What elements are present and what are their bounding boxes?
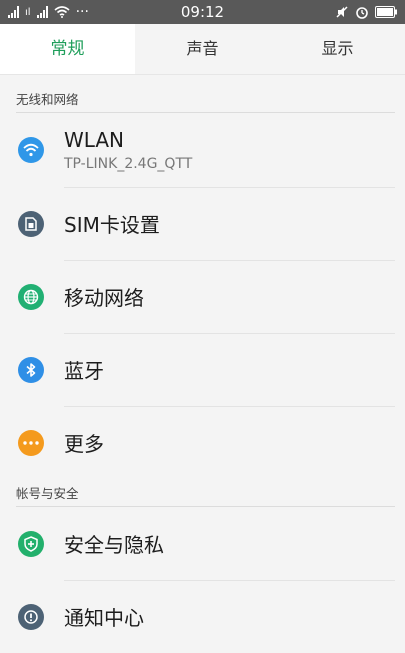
tab-display[interactable]: 显示 (270, 24, 405, 74)
more-status-dots: ··· (75, 4, 89, 20)
status-right (335, 5, 397, 19)
wifi-status-icon (54, 6, 70, 18)
section-header-wireless: 无线和网络 (16, 75, 395, 113)
alarm-icon (356, 7, 368, 19)
sim-card-icon (18, 210, 44, 237)
bluetooth-icon (18, 356, 44, 383)
settings-item-label: WLAN (64, 127, 125, 152)
account-security-list: 安全与隐私 通知中心 (0, 507, 405, 653)
status-left: ıl ··· (8, 4, 89, 20)
security-privacy-texts: 安全与隐私 (64, 507, 395, 581)
settings-tabs: 常规 声音 显示 (0, 24, 405, 75)
battery-icon (375, 6, 397, 18)
settings-item-security-privacy[interactable]: 安全与隐私 (0, 507, 405, 581)
settings-item-wlan[interactable]: WLAN TP-LINK_2.4G_QTT (0, 113, 405, 188)
notification-center-texts: 通知中心 (64, 580, 395, 653)
globe-icon (18, 283, 44, 310)
bluetooth-texts: 蓝牙 (64, 333, 395, 407)
settings-item-label: 更多 (64, 432, 104, 456)
settings-item-label: 移动网络 (64, 285, 144, 310)
signal-icon-2 (36, 6, 48, 18)
settings-item-more[interactable]: 更多 (0, 406, 405, 479)
mute-icon (336, 6, 348, 18)
tab-general[interactable]: 常规 (0, 24, 135, 74)
settings-item-mobile-network[interactable]: 移动网络 (0, 260, 405, 334)
signal-type-icon: ıl (25, 6, 31, 18)
settings-item-label: 蓝牙 (64, 358, 104, 383)
section-header-account-security: 帐号与安全 (16, 479, 395, 507)
settings-item-label: 安全与隐私 (64, 532, 164, 557)
settings-item-label: SIM卡设置 (64, 212, 160, 237)
wlan-texts: WLAN TP-LINK_2.4G_QTT (64, 113, 395, 188)
settings-item-notification-center[interactable]: 通知中心 (0, 580, 405, 653)
tab-sound[interactable]: 声音 (135, 24, 270, 74)
signal-icon (8, 6, 19, 18)
wifi-icon (18, 137, 44, 163)
shield-icon (18, 530, 44, 557)
sim-texts: SIM卡设置 (64, 187, 395, 261)
settings-item-label: 通知中心 (64, 606, 144, 630)
wlan-network-name: TP-LINK_2.4G_QTT (64, 155, 193, 172)
more-texts: 更多 (64, 406, 395, 479)
mobile-network-texts: 移动网络 (64, 260, 395, 334)
notification-icon (18, 603, 44, 630)
settings-item-bluetooth[interactable]: 蓝牙 (0, 333, 405, 407)
wireless-list: WLAN TP-LINK_2.4G_QTT SIM卡设置 移动网络 蓝牙 更多 (0, 113, 405, 479)
status-bar: ıl ··· 09:12 (0, 0, 405, 24)
settings-item-sim[interactable]: SIM卡设置 (0, 187, 405, 261)
more-icon (18, 429, 44, 456)
